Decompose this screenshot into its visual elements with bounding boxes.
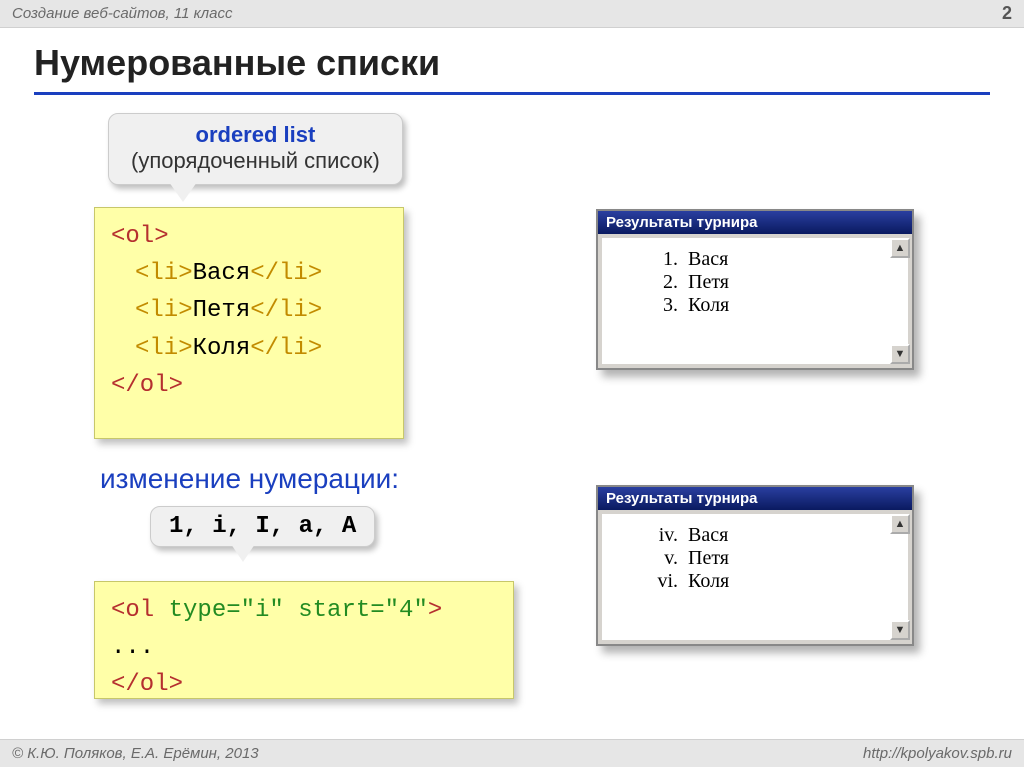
slide-header: Создание веб-сайтов, 11 класс 2 [0, 0, 1024, 28]
code-block-2: <ol type="i" start="4"> ... </ol> [94, 581, 514, 699]
callout-bold: ordered list [131, 122, 380, 148]
copyright: © К.Ю. Поляков, Е.А. Ерёмин, 2013 [12, 745, 259, 762]
footer-url: http://kpolyakov.spb.ru [863, 745, 1012, 762]
list-item: v.Петя [648, 547, 908, 570]
list-item: 2.Петя [648, 271, 908, 294]
list-item: 1.Вася [648, 248, 908, 271]
scroll-down-icon[interactable]: ▼ [890, 344, 910, 364]
scroll-up-icon[interactable]: ▲ [890, 514, 910, 534]
scroll-up-icon[interactable]: ▲ [890, 238, 910, 258]
scroll-down-icon[interactable]: ▼ [890, 620, 910, 640]
browser-window-2: Результаты турнира iv.Вася v.Петя vi.Кол… [596, 485, 914, 646]
win1-body: 1.Вася 2.Петя 3.Коля ▲ ▼ [602, 238, 908, 364]
win2-title: Результаты турнира [598, 487, 912, 510]
code-block-1: <ol> <li>Вася</li> <li>Петя</li> <li>Кол… [94, 207, 404, 439]
callout-types: 1, i, I, a, A [150, 506, 375, 547]
callout-plain: (упорядоченный список) [131, 148, 380, 174]
slide-content: ordered list (упорядоченный список) <ol>… [0, 101, 1024, 741]
page-number: 2 [1002, 3, 1012, 24]
win1-title: Результаты турнира [598, 211, 912, 234]
code-ol-open: <ol> [111, 223, 169, 250]
browser-window-1: Результаты турнира 1.Вася 2.Петя 3.Коля … [596, 209, 914, 370]
list-item: 3.Коля [648, 294, 908, 317]
course-label: Создание веб-сайтов, 11 класс [12, 5, 232, 22]
callout-ordered-list: ordered list (упорядоченный список) [108, 113, 403, 185]
sub-heading: изменение нумерации: [100, 463, 399, 495]
list-item: vi.Коля [648, 570, 908, 593]
win2-body: iv.Вася v.Петя vi.Коля ▲ ▼ [602, 514, 908, 640]
slide-title: Нумерованные списки [34, 42, 990, 95]
code-ol-close: </ol> [111, 372, 183, 399]
slide-footer: © К.Ю. Поляков, Е.А. Ерёмин, 2013 http:/… [0, 739, 1024, 767]
list-item: iv.Вася [648, 524, 908, 547]
